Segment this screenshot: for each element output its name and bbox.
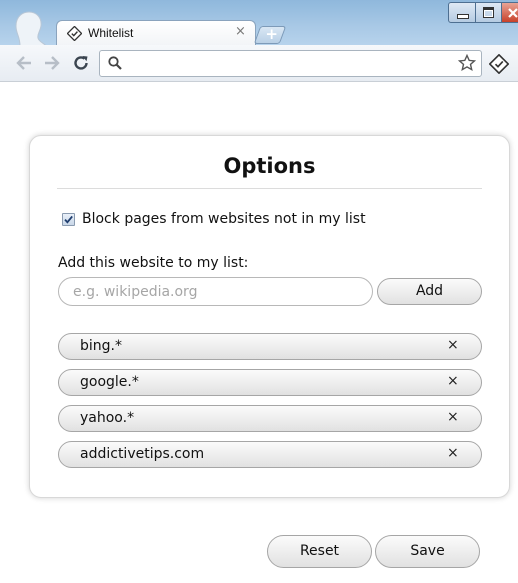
minimize-button[interactable] — [448, 2, 476, 23]
tab-whitelist[interactable]: Whitelist × — [56, 20, 256, 46]
browser-toolbar — [0, 45, 518, 82]
star-icon[interactable] — [458, 54, 476, 72]
list-item: yahoo.* × — [58, 405, 482, 432]
title-bar: Whitelist × + — [0, 0, 518, 46]
site-name: addictivetips.com — [80, 446, 205, 462]
options-panel: Options Block pages from websites not in… — [29, 135, 510, 498]
plus-icon: + — [265, 25, 278, 43]
add-button[interactable]: Add — [377, 278, 482, 305]
browser-window: Whitelist × + Options Block pages from w… — [0, 0, 518, 583]
remove-icon[interactable]: × — [447, 373, 459, 389]
remove-icon[interactable]: × — [447, 445, 459, 461]
tab-title: Whitelist — [88, 26, 134, 40]
maximize-icon — [483, 7, 494, 18]
options-page: Options Block pages from websites not in… — [8, 82, 518, 583]
website-input[interactable] — [58, 277, 373, 306]
divider — [57, 188, 482, 189]
site-name: bing.* — [80, 338, 122, 354]
close-window-button[interactable] — [501, 2, 518, 23]
forward-arrow-icon[interactable] — [43, 54, 61, 72]
tab-close-icon[interactable]: × — [235, 24, 246, 39]
list-item: bing.* × — [58, 333, 482, 360]
site-name: yahoo.* — [80, 410, 135, 426]
remove-icon[interactable]: × — [447, 409, 459, 425]
maximize-button[interactable] — [475, 2, 502, 23]
new-tab-button[interactable]: + — [253, 25, 287, 44]
list-item: addictivetips.com × — [58, 441, 482, 468]
whitelist-extension-icon[interactable] — [489, 54, 509, 74]
diamond-check-icon — [67, 26, 82, 41]
address-input[interactable] — [128, 53, 452, 75]
block-pages-checkbox[interactable] — [62, 213, 75, 226]
checkmark-icon — [64, 215, 73, 224]
close-icon — [508, 8, 518, 18]
search-icon — [108, 56, 122, 70]
reset-button[interactable]: Reset — [267, 535, 372, 568]
minimize-icon — [457, 14, 469, 19]
reload-icon[interactable] — [72, 54, 90, 72]
back-arrow-icon[interactable] — [15, 54, 33, 72]
page-title: Options — [223, 154, 316, 178]
list-item: google.* × — [58, 369, 482, 396]
block-pages-label[interactable]: Block pages from websites not in my list — [82, 211, 366, 227]
site-name: google.* — [80, 374, 139, 390]
add-website-label: Add this website to my list: — [58, 255, 249, 271]
save-button[interactable]: Save — [375, 535, 480, 568]
remove-icon[interactable]: × — [447, 337, 459, 353]
address-bar[interactable] — [99, 50, 482, 77]
profile-avatar-icon[interactable] — [10, 10, 48, 46]
